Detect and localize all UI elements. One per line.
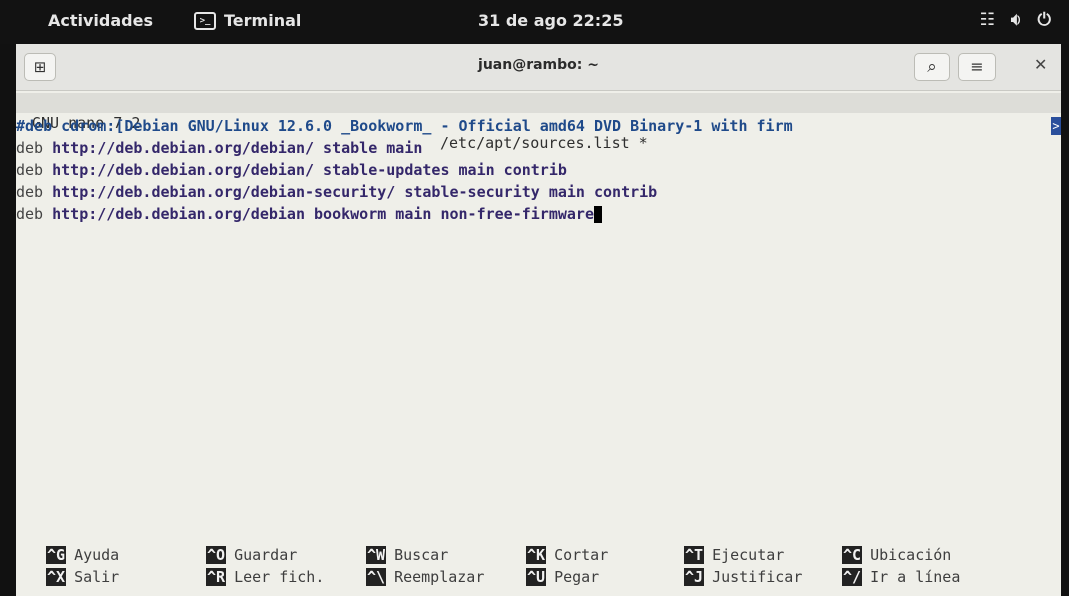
shortcut-paste: ^U Pegar — [526, 568, 600, 586]
desktop-screen: Actividades >_ Terminal 31 de ago 22:25 … — [0, 0, 1069, 596]
hamburger-menu-icon: ≡ — [970, 57, 984, 76]
shortcut-go-to-line: ^/Ir a línea — [842, 568, 961, 586]
volume-icon[interactable]: 🔉︎ — [1011, 10, 1022, 30]
power-icon[interactable]: ⏻ — [1038, 10, 1051, 30]
menu-button[interactable]: ≡ — [958, 53, 996, 81]
editor-line[interactable]: #deb cdrom:[Debian GNU/Linux 12.6.0 _Boo… — [16, 115, 1061, 137]
gnome-top-bar: Actividades >_ Terminal 31 de ago 22:25 … — [0, 0, 1069, 44]
editor-line[interactable]: deb http://deb.debian.org/debian/ stable… — [16, 159, 1061, 181]
shortcut-row: ^X Salir ^R Leer fich. ^\ Reemplazar ^U Pega… — [16, 566, 1061, 588]
shortcut-exit: ^X Salir — [46, 568, 120, 586]
shortcut-row: ^G Ayuda ^O Guardar ^W Buscar ^K Cortar ^T Ej… — [16, 544, 1061, 566]
shortcut-read-file: ^R Leer fich. — [206, 568, 325, 586]
system-tray[interactable]: ☷ 🔉︎ ⏻ — [980, 10, 1051, 30]
line-overflow-marker: > — [1051, 117, 1061, 135]
close-button[interactable]: ✕ — [1034, 55, 1047, 74]
app-menu-label: Terminal — [224, 11, 302, 30]
text-cursor — [593, 206, 602, 223]
editor-line[interactable]: deb http://deb.debian.org/debian/ stable… — [16, 137, 1061, 159]
search-icon: ⌕ — [927, 57, 937, 77]
close-icon: ✕ — [1034, 55, 1048, 74]
editor-buffer[interactable]: #deb cdrom:[Debian GNU/Linux 12.6.0 _Boo… — [16, 115, 1061, 225]
shortcut-replace: ^\ Reemplazar — [366, 568, 485, 586]
clock[interactable]: 31 de ago 22:25 — [478, 11, 623, 30]
activities-button[interactable]: Actividades — [48, 11, 153, 30]
app-menu-button[interactable]: >_ Terminal — [194, 11, 301, 30]
shortcut-execute: ^T Ejecutar — [684, 546, 785, 564]
editor-line[interactable]: deb http://deb.debian.org/debian-securit… — [16, 181, 1061, 203]
nano-shortcut-bar: ^G Ayuda ^O Guardar ^W Buscar ^K Cortar ^T Ej… — [16, 544, 1061, 588]
window-title: juan@rambo: ~ — [478, 57, 599, 73]
terminal-icon: >_ — [194, 11, 216, 30]
terminal-area[interactable]: GNU nano 7.2 /etc/apt/sources.list * #de… — [16, 91, 1061, 596]
window-headerbar: ⊞ juan@rambo: ~ ⌕ ≡ ✕ — [16, 44, 1061, 91]
shortcut-save: ^O Guardar — [206, 546, 298, 564]
terminal-window: ⊞ juan@rambo: ~ ⌕ ≡ ✕ GNU nano 7.2 /etc/… — [16, 44, 1061, 596]
network-icon[interactable]: ☷ — [980, 10, 995, 30]
search-button[interactable]: ⌕ — [914, 53, 950, 81]
shortcut-justify: ^J Justificar — [684, 568, 803, 586]
editor-line[interactable]: deb http://deb.debian.org/debian bookwor… — [16, 203, 1061, 225]
shortcut-search: ^W Buscar — [366, 546, 449, 564]
shortcut-location: ^C Ubicación — [842, 546, 952, 564]
shortcut-cut: ^K Cortar — [526, 546, 609, 564]
shortcut-help: ^G Ayuda — [46, 546, 120, 564]
nano-title-bar: GNU nano 7.2 /etc/apt/sources.list * — [16, 93, 1061, 152]
